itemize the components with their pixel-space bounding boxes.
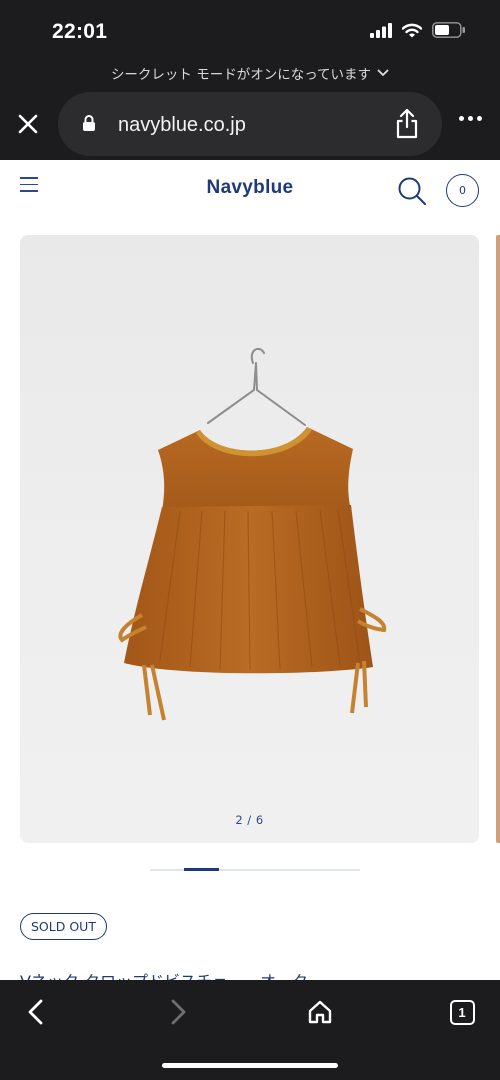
carousel-progress[interactable] <box>150 868 360 871</box>
home-button[interactable] <box>300 992 340 1032</box>
wifi-icon <box>402 23 422 37</box>
cart-button[interactable]: 0 <box>446 174 479 207</box>
site-header: Navyblue 0 <box>0 160 500 218</box>
incognito-notice-text: シークレット モードがオンになっています <box>110 67 372 83</box>
incognito-notice[interactable]: シークレット モードがオンになっています <box>0 58 500 88</box>
close-tab-button[interactable] <box>14 110 42 138</box>
url-text: navyblue.co.jp <box>118 114 246 136</box>
image-counter: 2 / 6 <box>235 813 264 827</box>
carousel-progress-thumb <box>184 868 219 871</box>
cart-count: 0 <box>459 184 466 197</box>
tabs-button[interactable]: 1 <box>442 992 482 1032</box>
chevron-down-icon <box>377 69 389 76</box>
home-icon <box>308 1000 332 1024</box>
battery-icon <box>432 22 465 38</box>
status-time: 22:01 <box>52 20 108 43</box>
status-bar: 22:01 <box>0 0 500 58</box>
product-image-gallery[interactable]: 2 / 6 <box>20 235 479 843</box>
back-icon <box>28 999 43 1025</box>
lock-icon <box>83 115 95 131</box>
more-icon[interactable] <box>459 116 482 121</box>
browser-toolbar: navyblue.co.jp <box>0 88 500 160</box>
status-icons <box>370 22 466 38</box>
sold-out-badge: SOLD OUT <box>20 913 107 940</box>
close-icon <box>18 114 38 134</box>
next-image-peek[interactable] <box>496 235 500 843</box>
share-icon[interactable] <box>394 108 420 140</box>
forward-icon <box>171 999 186 1025</box>
forward-button[interactable] <box>158 992 198 1032</box>
signal-icon <box>370 22 392 38</box>
home-indicator[interactable] <box>162 1063 338 1068</box>
back-button[interactable] <box>16 992 56 1032</box>
address-bar[interactable]: navyblue.co.jp <box>58 92 442 156</box>
search-button[interactable] <box>397 176 427 210</box>
search-icon <box>398 177 426 205</box>
product-photo <box>118 347 387 721</box>
tab-count: 1 <box>449 999 475 1025</box>
